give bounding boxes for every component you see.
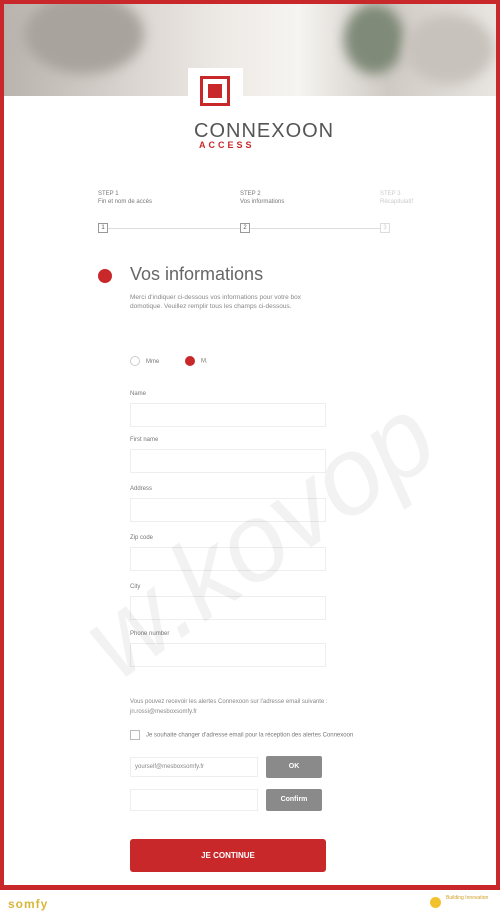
footer: somfy Building Innovation (0, 890, 500, 915)
gender-options: Mme M. (130, 356, 208, 366)
somfy-logo: somfy (8, 897, 49, 911)
step-2-label: Vos informations (240, 199, 285, 205)
header-banner (4, 4, 496, 96)
building-innovation-icon (430, 897, 441, 908)
change-email-option: Je souhaite changer d'adresse email pour… (130, 730, 353, 740)
step-2-title: STEP 2 (240, 191, 261, 197)
brand-subtitle: ACCESS (199, 140, 255, 150)
first-name-field[interactable] (130, 449, 326, 473)
change-email-label: Je souhaite changer d'adresse email pour… (146, 732, 354, 739)
confirm-button[interactable]: Confirm (266, 789, 322, 811)
step-3-title: STEP 3 (380, 191, 401, 197)
email-input[interactable]: yourself@mesboxsomfy.fr (130, 757, 258, 777)
phone-field[interactable] (130, 643, 326, 667)
step-1: STEP 1 Fin et nom de accès (98, 190, 208, 206)
step-2: STEP 2 Vos informations (240, 190, 350, 206)
radio-m[interactable] (185, 356, 196, 366)
radio-mme[interactable] (130, 356, 140, 366)
radio-mme-label: Mme (146, 358, 160, 365)
step-1-title: STEP 1 (98, 191, 119, 197)
step-1-label: Fin et nom de accès (98, 199, 153, 205)
step-1-marker[interactable]: 1 (98, 223, 108, 233)
section-title: Vos informations (130, 264, 264, 284)
radio-m-label: M. (201, 358, 208, 365)
email-confirm-input[interactable] (130, 789, 258, 811)
address-field[interactable] (130, 498, 326, 522)
step-connector (108, 228, 240, 229)
zip-label: Zip code (130, 535, 154, 541)
name-field[interactable] (130, 403, 326, 427)
section-intro: Merci d'indiquer ci-dessous vos informat… (130, 294, 302, 310)
address-label: Address (130, 486, 153, 492)
name-label: Name (130, 391, 147, 397)
building-innovation-label: Building Innovation (446, 895, 489, 901)
step-3: STEP 3 Récapitulatif (380, 190, 490, 206)
alert-note-email: jn.rossi@mesboxsomfy.fr (130, 709, 197, 715)
continue-button[interactable]: JE CONTINUE (130, 839, 326, 872)
city-field[interactable] (130, 596, 326, 620)
alert-note-text: Vous pouvez recevoir les alertes Connexo… (130, 699, 328, 705)
city-label: City (130, 584, 141, 590)
change-email-checkbox[interactable] (130, 730, 140, 740)
section-user-icon (98, 269, 112, 283)
step-3-label: Récapitulatif (380, 199, 414, 205)
step-2-marker[interactable]: 2 (240, 223, 250, 233)
ok-button[interactable]: OK (266, 756, 322, 778)
phone-label: Phone number (130, 631, 170, 637)
connexoon-logo-icon (200, 76, 230, 106)
zip-field[interactable] (130, 547, 326, 571)
step-3-marker: 3 (380, 223, 390, 233)
alert-note: Vous pouvez recevoir les alertes Connexo… (130, 697, 430, 717)
step-connector (250, 228, 380, 229)
first-name-label: First name (130, 437, 159, 443)
